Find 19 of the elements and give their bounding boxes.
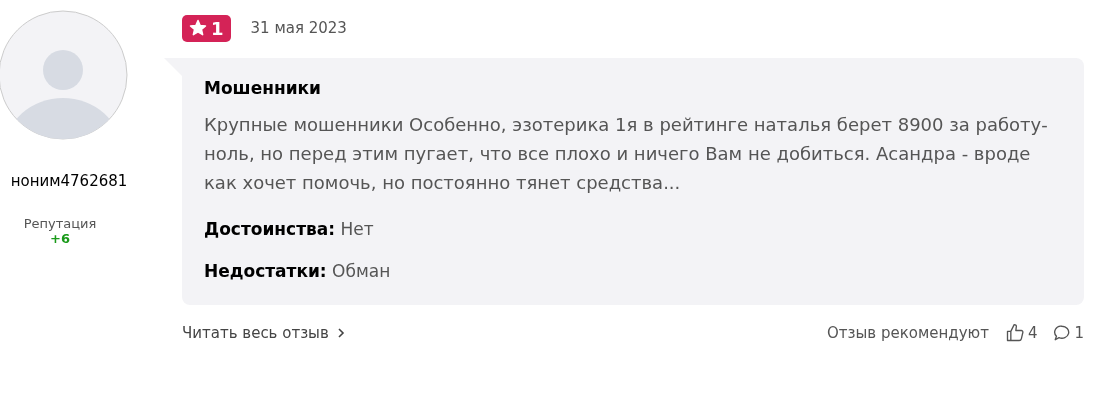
- reputation-value: +6: [50, 231, 70, 246]
- comments-button[interactable]: 1: [1053, 324, 1084, 342]
- comment-icon: [1053, 324, 1072, 342]
- likes-count: 4: [1027, 324, 1038, 342]
- recommend-label: Отзыв рекомендуют: [826, 324, 989, 342]
- comments-count: 1: [1074, 324, 1084, 342]
- thumbs-up-icon: [1004, 323, 1025, 343]
- review-text: Крупные мошенники Особенно, эзотерика 1я в рейтинге наталья берет 8900 за работу- ноль, но перед этим пугает, что все плохо и ничего Вам не добиться. Асандра - вроде как хочет помочь, но постоянно тянет средства...: [204, 113, 1049, 195]
- pros-text: Достоинства: Нет: [204, 219, 375, 239]
- rating-value: 1: [211, 17, 224, 39]
- review-date: 31 мая 2023: [250, 19, 347, 37]
- review-title: Мошенники: [204, 78, 323, 98]
- like-button[interactable]: 4: [1004, 323, 1038, 343]
- cons-text: Недостатки: Обман: [204, 261, 392, 281]
- read-more-link[interactable]: Читать весь отзыв: [182, 324, 345, 342]
- chevron-icon: [336, 328, 345, 338]
- reputation-label: Репутация: [23, 216, 97, 231]
- user-name[interactable]: ноним4762681: [10, 172, 128, 190]
- star-icon: [189, 19, 207, 37]
